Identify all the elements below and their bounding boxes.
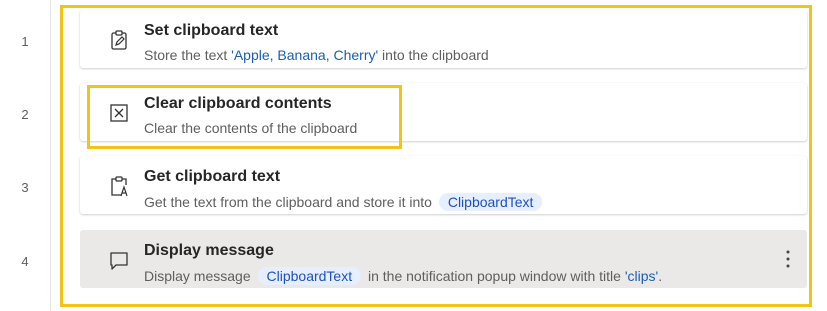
line-number: 4 bbox=[21, 254, 29, 269]
clipboard-text-icon bbox=[111, 176, 128, 197]
more-vertical-icon[interactable] bbox=[783, 248, 793, 270]
description-text: into the clipboard bbox=[378, 47, 489, 63]
step-description: Display message ClipboardText in the not… bbox=[144, 267, 662, 285]
line-number: 1 bbox=[21, 34, 29, 49]
step-set-clipboard-text[interactable]: Set clipboard text Store the text 'Apple… bbox=[80, 10, 807, 68]
clear-box-icon bbox=[110, 104, 128, 122]
description-text: Store the text bbox=[144, 47, 232, 63]
line-number: 3 bbox=[21, 180, 29, 195]
step-description: Get the text from the clipboard and stor… bbox=[144, 193, 545, 211]
step-description: Clear the contents of the clipboard bbox=[144, 120, 358, 136]
text-value: 'clips' bbox=[624, 268, 659, 284]
step-get-clipboard-text[interactable]: Get clipboard text Get the text from the… bbox=[80, 156, 807, 214]
line-number: 2 bbox=[21, 107, 29, 122]
step-title: Set clipboard text bbox=[144, 22, 279, 39]
step-description: Store the text 'Apple, Banana, Cherry' i… bbox=[144, 47, 489, 63]
text-value: 'Apple, Banana, Cherry' bbox=[231, 47, 379, 63]
step-title: Display message bbox=[144, 242, 274, 259]
description-text: Display message bbox=[144, 268, 255, 284]
step-title: Get clipboard text bbox=[144, 168, 281, 185]
variable-chip[interactable]: ClipboardText bbox=[438, 193, 543, 211]
variable-chip[interactable]: ClipboardText bbox=[257, 267, 362, 285]
description-text: in the notification popup window with ti… bbox=[364, 268, 625, 284]
message-icon bbox=[110, 252, 128, 270]
description-text: . bbox=[658, 268, 663, 284]
clipboard-edit-icon bbox=[111, 30, 127, 50]
description-text: Get the text from the clipboard and stor… bbox=[144, 194, 436, 210]
step-display-message[interactable]: Display message Display message Clipboar… bbox=[80, 230, 807, 288]
step-title: Clear clipboard contents bbox=[144, 95, 332, 112]
step-clear-clipboard-contents[interactable]: Clear clipboard contents Clear the conte… bbox=[80, 83, 807, 141]
